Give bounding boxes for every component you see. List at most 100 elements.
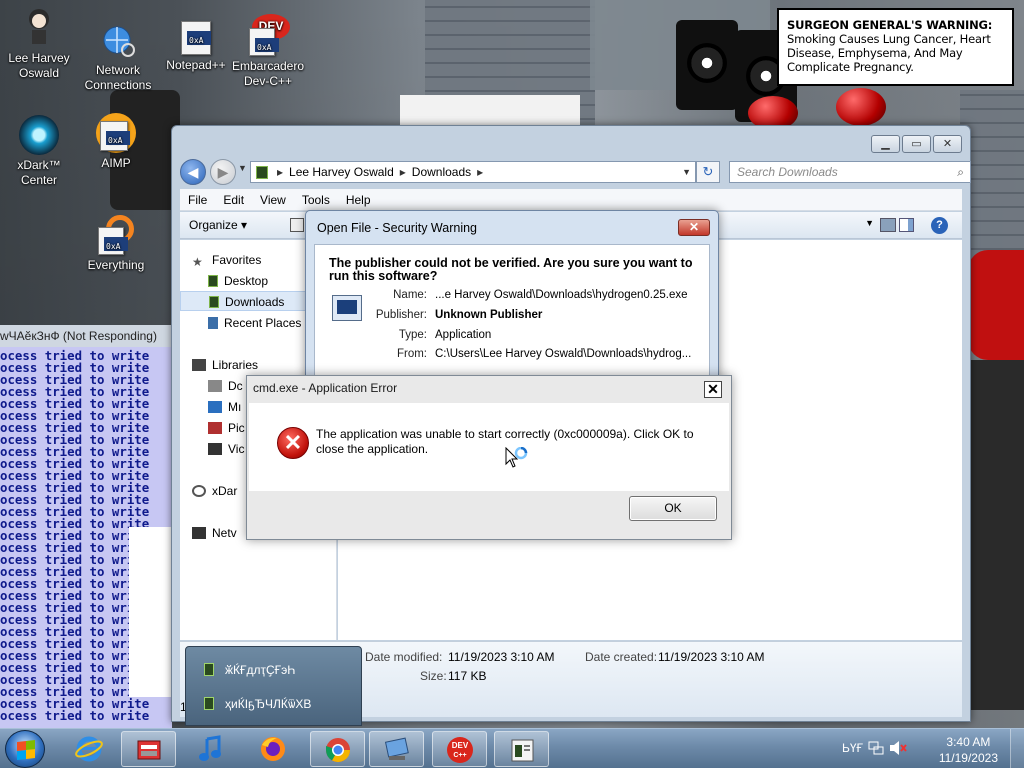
date-modified-label: Date modified:: [365, 650, 443, 664]
close-button[interactable]: ✕: [933, 135, 962, 153]
open-icon[interactable]: [290, 218, 304, 232]
refresh-button[interactable]: ↻: [696, 161, 720, 183]
homegroup-icon: [192, 485, 206, 497]
search-input[interactable]: Search Downloads ⌕: [729, 161, 971, 183]
nav-lib-music[interactable]: Mı: [208, 397, 241, 417]
preview-pane-icon[interactable]: [899, 218, 914, 232]
clock-time: 3:40 AM: [946, 735, 991, 749]
popup-item[interactable]: ҳиЌІҕЂЧЛЌѿХВ: [204, 697, 311, 711]
taskbar-internet-explorer[interactable]: [62, 731, 117, 767]
nav-homegroup[interactable]: xDar: [192, 481, 237, 501]
taskbar-chrome[interactable]: [310, 731, 365, 767]
start-button[interactable]: [5, 730, 45, 768]
desktop-icon-label: AIMP: [101, 156, 131, 170]
address-dropdown[interactable]: ▼: [682, 162, 691, 182]
nav-desktop[interactable]: Desktop: [208, 271, 268, 291]
nav-label: Recent Places: [224, 316, 302, 330]
clock[interactable]: 3:40 AM 11/19/2023: [939, 734, 998, 766]
nav-label: xDar: [212, 484, 238, 498]
desktop-icon-label: Everything: [87, 258, 145, 272]
ok-button[interactable]: OK: [629, 496, 717, 521]
desktop-icon-notepad-plus-plus[interactable]: Notepad++: [157, 8, 235, 73]
documents-icon: [208, 380, 222, 392]
warning-text: Smoking Causes Lung Cancer, Heart Diseas…: [787, 32, 991, 74]
forward-button[interactable]: ▶: [210, 159, 236, 185]
cmd-window-not-responding[interactable]: wЧАӗкЗнФ (Not Responding) ocess tried to…: [0, 325, 172, 728]
field-value: Unknown Publisher: [435, 309, 543, 321]
taskbar-notepad[interactable]: [494, 731, 549, 767]
desktop-icon-aimp[interactable]: AIMP: [77, 113, 155, 171]
minimize-button[interactable]: ▁: [871, 135, 900, 153]
maximize-button[interactable]: ▭: [902, 135, 931, 153]
recent-pages-dropdown[interactable]: ▼: [238, 163, 247, 173]
network-icon[interactable]: [867, 739, 885, 760]
menu-help[interactable]: Help: [338, 189, 379, 210]
music-icon: [208, 401, 222, 413]
desktop-icon-network-connections[interactable]: Network Connections: [79, 24, 157, 93]
desktop-icon-xdark-center[interactable]: xDark™ Center: [0, 115, 78, 188]
change-view-icon[interactable]: [880, 218, 896, 232]
nav-recent-places[interactable]: Recent Places: [208, 313, 301, 333]
help-icon[interactable]: ?: [931, 217, 948, 234]
close-button[interactable]: ✕: [678, 219, 710, 236]
volume-muted-icon[interactable]: [888, 739, 908, 760]
taskbar-firefox[interactable]: [246, 731, 301, 767]
menu-edit[interactable]: Edit: [215, 189, 252, 210]
nav-libraries[interactable]: Libraries: [192, 355, 258, 375]
field-value: C:\Users\Lee Harvey Oswald\Downloads\hyd…: [435, 348, 692, 360]
menu-view[interactable]: View: [252, 189, 294, 210]
surgeon-general-warning: SURGEON GENERAL'S WARNING: Smoking Cause…: [777, 8, 1014, 86]
desktop-icon-user-folder[interactable]: Lee Harvey Oswald: [0, 8, 78, 81]
language-indicator[interactable]: ЬҮҒ: [842, 741, 863, 755]
nav-lib-videos[interactable]: Vic: [208, 439, 244, 459]
error-dialog-body: ✕ The application was unable to start co…: [249, 403, 729, 491]
search-placeholder: Search Downloads: [737, 165, 838, 179]
menu-tools[interactable]: Tools: [294, 189, 338, 210]
svg-text:C++: C++: [453, 752, 466, 759]
show-desktop-button[interactable]: [1010, 729, 1024, 768]
desktop-icon-label: Network Connections: [84, 63, 152, 92]
security-warning-dialog[interactable]: Open File - Security Warning ✕ The publi…: [305, 210, 719, 380]
system-tray: ЬҮҒ 3:40 AM 11/19/2023: [834, 729, 1024, 768]
executable-file-icon: [332, 295, 362, 321]
nav-favorites[interactable]: ★ Favorites: [192, 250, 261, 270]
taskbar-app-red[interactable]: [121, 731, 176, 767]
application-error-dialog[interactable]: cmd.exe - Application Error ✕ ✕ The appl…: [246, 375, 732, 540]
breadcrumb-item[interactable]: Downloads: [412, 165, 471, 179]
nav-label: Dc: [228, 379, 243, 393]
taskbar-music[interactable]: [184, 731, 239, 767]
network-icon: [192, 527, 206, 539]
nav-lib-documents[interactable]: Dc: [208, 376, 243, 396]
nav-label: Libraries: [212, 358, 259, 372]
taskbar: DEV C++ ЬҮҒ 3:40 AM 11/19/2023: [0, 728, 1024, 768]
nav-network[interactable]: Netv: [192, 523, 237, 543]
window-icon: [204, 663, 214, 676]
libraries-icon: [192, 359, 206, 371]
star-icon: ★: [192, 255, 203, 269]
taskbar-dev-cpp[interactable]: DEV C++: [432, 731, 487, 767]
address-row: ◀ ▶ ▼ ▸ Lee Harvey Oswald ▸ Downloads ▸ ▼ ↻ …: [180, 159, 971, 185]
breadcrumb-item[interactable]: Lee Harvey Oswald: [289, 165, 394, 179]
organize-button[interactable]: Organize ▾: [189, 212, 247, 239]
field-value: ...e Harvey Oswald\Downloads\hydrogen0.2…: [435, 289, 688, 301]
back-button[interactable]: ◀: [180, 159, 206, 185]
cmd-window-title[interactable]: wЧАӗкЗнФ (Not Responding): [0, 325, 172, 347]
aimp-icon: [96, 113, 136, 153]
nav-lib-pictures[interactable]: Pic: [208, 418, 245, 438]
desktop-icon-dev-cpp[interactable]: DEV Embarcadero Dev-C++: [229, 8, 307, 89]
red-app-icon: [135, 736, 163, 764]
recent-places-icon: [208, 317, 218, 329]
field-name: Name: ...e Harvey Oswald\Downloads\hydrog…: [375, 289, 688, 301]
windows-logo-icon: [17, 740, 35, 760]
popup-item[interactable]: ӂЌҒдлҭҪҒэҺ: [204, 663, 295, 677]
desktop-icon-everything[interactable]: Everything: [77, 215, 155, 273]
close-icon[interactable]: ✕: [704, 381, 722, 398]
background-speaker: [676, 20, 738, 110]
field-publisher: Publisher: Unknown Publisher: [375, 309, 542, 321]
music-note-icon: [197, 735, 225, 763]
menu-file[interactable]: File: [180, 189, 215, 210]
view-dropdown-icon[interactable]: ▼: [865, 218, 874, 228]
address-bar[interactable]: ▸ Lee Harvey Oswald ▸ Downloads ▸ ▼: [250, 161, 696, 183]
user-avatar-icon: [26, 8, 52, 48]
taskbar-file-manager[interactable]: [369, 731, 424, 767]
